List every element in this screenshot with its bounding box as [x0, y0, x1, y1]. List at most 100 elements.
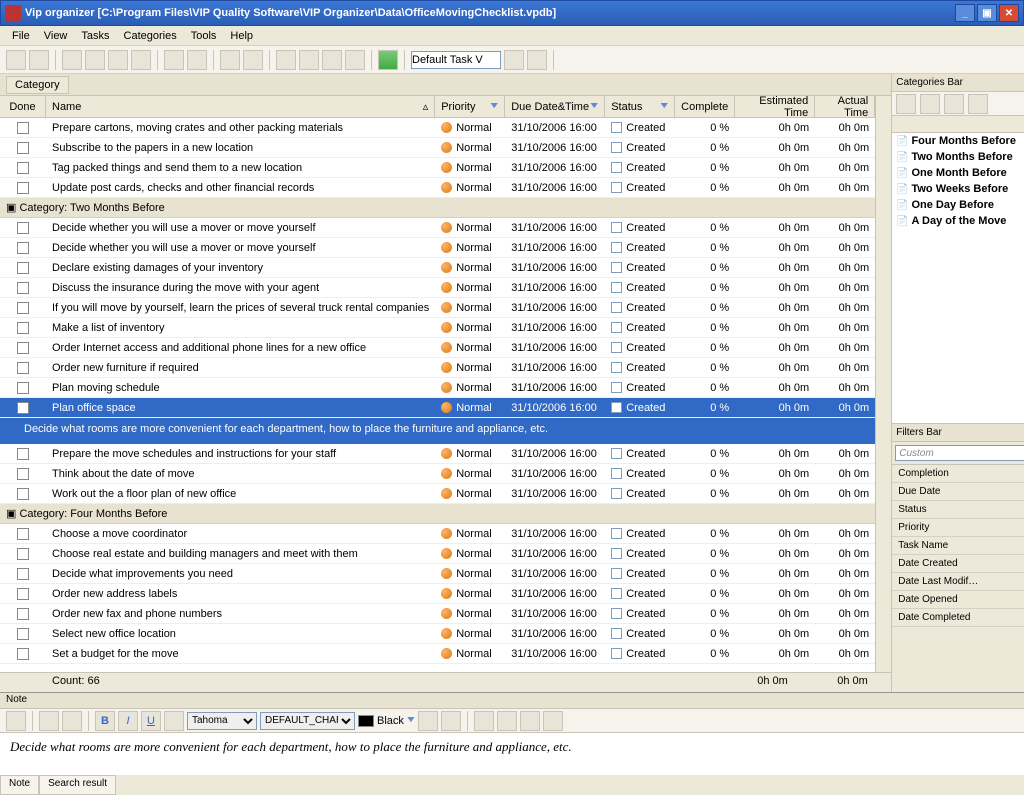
categories-table[interactable]: Un...T... Four Months Before77Two Months…: [892, 116, 1024, 229]
note-body[interactable]: Decide what rooms are more convenient fo…: [0, 733, 1024, 775]
filter-row[interactable]: Status: [892, 501, 1024, 519]
task-row[interactable]: Order new address labels Normal 31/10/20…: [0, 584, 875, 604]
filter-row[interactable]: Date Opened: [892, 591, 1024, 609]
task-row[interactable]: Decide whether you will use a mover or m…: [0, 218, 875, 238]
font-select[interactable]: Tahoma: [187, 712, 257, 730]
col-actual[interactable]: Actual Time: [815, 96, 875, 117]
color-swatch[interactable]: [358, 715, 374, 727]
category-item[interactable]: A Day of the Move99: [892, 213, 1024, 229]
checkbox[interactable]: [17, 382, 29, 394]
checkbox[interactable]: [17, 302, 29, 314]
filter-row[interactable]: Task Name: [892, 537, 1024, 555]
toolbar-btn[interactable]: [276, 50, 296, 70]
task-row[interactable]: Subscribe to the papers in a new locatio…: [0, 138, 875, 158]
checkbox[interactable]: [17, 648, 29, 660]
filter-row[interactable]: Date Completed: [892, 609, 1024, 627]
task-filter-input[interactable]: [411, 51, 501, 69]
bold-icon[interactable]: B: [95, 711, 115, 731]
checkbox[interactable]: [17, 282, 29, 294]
toolbar-btn[interactable]: [896, 94, 916, 114]
toolbar-btn[interactable]: [504, 50, 524, 70]
menu-help[interactable]: Help: [224, 28, 259, 44]
toolbar-btn[interactable]: [85, 50, 105, 70]
task-grid[interactable]: Done Name▵ Priority Due Date&Time Status…: [0, 96, 875, 672]
checkbox[interactable]: [17, 528, 29, 540]
checkbox[interactable]: [17, 362, 29, 374]
note-tab[interactable]: Search result: [39, 775, 116, 795]
note-btn[interactable]: [39, 711, 59, 731]
checkbox[interactable]: [17, 122, 29, 134]
toolbar-btn[interactable]: [6, 50, 26, 70]
checkbox[interactable]: [17, 182, 29, 194]
toolbar-btn[interactable]: [164, 50, 184, 70]
bullets-icon[interactable]: [543, 711, 563, 731]
toolbar-btn[interactable]: [378, 50, 398, 70]
category-item[interactable]: One Month Before1414: [892, 165, 1024, 181]
task-row[interactable]: Plan moving schedule Normal 31/10/2006 1…: [0, 378, 875, 398]
task-row[interactable]: Make a list of inventory Normal 31/10/20…: [0, 318, 875, 338]
menu-tools[interactable]: Tools: [185, 28, 223, 44]
col-priority[interactable]: Priority: [435, 96, 505, 117]
task-row[interactable]: Order Internet access and additional pho…: [0, 338, 875, 358]
checkbox[interactable]: [17, 568, 29, 580]
underline-icon[interactable]: U: [141, 711, 161, 731]
task-row[interactable]: If you will move by yourself, learn the …: [0, 298, 875, 318]
task-row[interactable]: Decide what improvements you need Normal…: [0, 564, 875, 584]
align-right-icon[interactable]: [520, 711, 540, 731]
toolbar-btn[interactable]: [345, 50, 365, 70]
col-status[interactable]: Status: [605, 96, 675, 117]
col-due[interactable]: Due Date&Time: [505, 96, 605, 117]
note-btn[interactable]: [441, 711, 461, 731]
chevron-down-icon[interactable]: [407, 717, 415, 725]
toolbar-btn[interactable]: [131, 50, 151, 70]
category-row[interactable]: Category: Two Months Before: [0, 198, 875, 218]
minimize-button[interactable]: _: [955, 4, 975, 22]
checkbox[interactable]: [17, 448, 29, 460]
category-item[interactable]: One Day Before1010: [892, 197, 1024, 213]
task-row[interactable]: Choose real estate and building managers…: [0, 544, 875, 564]
category-item[interactable]: Two Weeks Before1313: [892, 181, 1024, 197]
titlebar[interactable]: Vip organizer [C:\Program Files\VIP Qual…: [0, 0, 1024, 26]
checkbox[interactable]: [17, 342, 29, 354]
task-row[interactable]: Declare existing damages of your invento…: [0, 258, 875, 278]
toolbar-btn[interactable]: [920, 94, 940, 114]
menu-view[interactable]: View: [38, 28, 74, 44]
task-row[interactable]: Discuss the insurance during the move wi…: [0, 278, 875, 298]
menu-file[interactable]: File: [6, 28, 36, 44]
toolbar-btn[interactable]: [322, 50, 342, 70]
task-row[interactable]: Decide whether you will use a mover or m…: [0, 238, 875, 258]
task-row[interactable]: Set a budget for the move Normal 31/10/2…: [0, 644, 875, 664]
checkbox[interactable]: [17, 468, 29, 480]
toolbar-btn[interactable]: [944, 94, 964, 114]
checkbox[interactable]: [17, 262, 29, 274]
toolbar-btn[interactable]: [243, 50, 263, 70]
toolbar-btn[interactable]: [299, 50, 319, 70]
toolbar-btn[interactable]: [187, 50, 207, 70]
filter-row[interactable]: Priority: [892, 519, 1024, 537]
task-row[interactable]: Tag packed things and send them to a new…: [0, 158, 875, 178]
col-est[interactable]: Estimated Time: [735, 96, 815, 117]
toolbar-btn[interactable]: [968, 94, 988, 114]
toolbar-btn[interactable]: [29, 50, 49, 70]
category-item[interactable]: Four Months Before77: [892, 133, 1024, 150]
close-button[interactable]: ✕: [999, 4, 1019, 22]
checkbox[interactable]: [17, 548, 29, 560]
checkbox[interactable]: [17, 402, 29, 414]
checkbox[interactable]: [17, 142, 29, 154]
checkbox[interactable]: [17, 488, 29, 500]
align-center-icon[interactable]: [497, 711, 517, 731]
toolbar-btn[interactable]: [62, 50, 82, 70]
note-btn[interactable]: [62, 711, 82, 731]
filter-row[interactable]: Date Last Modif…: [892, 573, 1024, 591]
checkbox[interactable]: [17, 242, 29, 254]
task-row[interactable]: Choose a move coordinator Normal 31/10/2…: [0, 524, 875, 544]
checkbox[interactable]: [17, 588, 29, 600]
maximize-button[interactable]: ▣: [977, 4, 997, 22]
task-row[interactable]: Think about the date of move Normal 31/1…: [0, 464, 875, 484]
task-row[interactable]: Work out the a floor plan of new office …: [0, 484, 875, 504]
vertical-scrollbar[interactable]: [875, 96, 891, 672]
note-btn[interactable]: [6, 711, 26, 731]
menu-tasks[interactable]: Tasks: [75, 28, 115, 44]
col-complete[interactable]: Complete: [675, 96, 735, 117]
groupby-pill[interactable]: Category: [6, 76, 69, 94]
